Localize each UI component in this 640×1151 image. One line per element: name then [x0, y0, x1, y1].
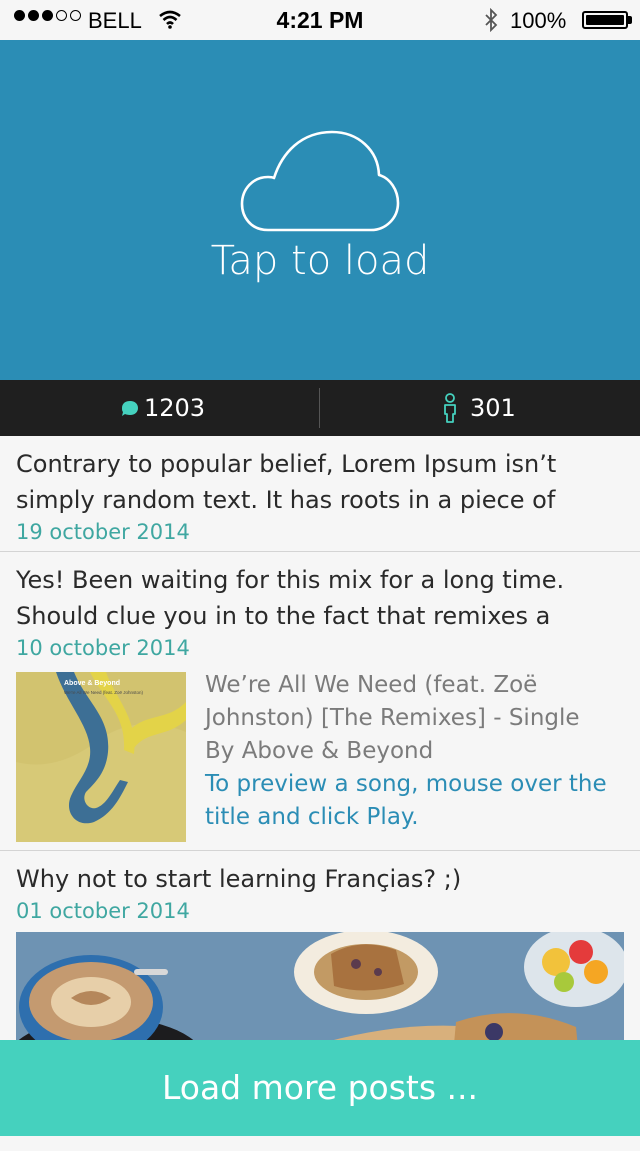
post-text: Yes! Been waiting for this mix for a lon…: [16, 566, 565, 630]
stats-divider: [319, 388, 320, 428]
battery-percent: 100%: [510, 8, 567, 33]
post-date: 10 october 2014: [16, 636, 190, 660]
album-art[interactable]: Above & Beyond We're All We Need (feat. …: [16, 672, 186, 842]
post-text: Contrary to popular belief, Lorem Ipsum …: [16, 450, 557, 514]
battery-icon: [582, 11, 628, 29]
comments-count: 1203: [120, 380, 205, 436]
person-icon: [442, 393, 458, 423]
post-text: Why not to start learning Françias? ;): [16, 865, 462, 893]
cloud-icon: [240, 130, 400, 238]
post-item[interactable]: Yes! Been waiting for this mix for a lon…: [0, 552, 640, 851]
comments-count-value: 1203: [144, 394, 206, 422]
tap-to-load-area[interactable]: Tap to load: [0, 40, 640, 380]
battery-cap: [628, 16, 632, 24]
track-title[interactable]: We’re All We Need (feat. Zoë Johnston) […: [205, 669, 615, 768]
tap-to-load-label: Tap to load: [210, 238, 430, 284]
chat-bubble-icon: [120, 398, 140, 418]
users-count-value: 301: [470, 394, 516, 422]
post-item[interactable]: Contrary to popular belief, Lorem Ipsum …: [0, 436, 640, 552]
status-bar: BELL 4:21 PM 100%: [0, 0, 640, 40]
users-count: 301: [442, 380, 516, 436]
stats-bar: 1203 301: [0, 380, 640, 436]
load-more-button[interactable]: Load more posts ...: [0, 1040, 640, 1136]
post-date: 01 october 2014: [16, 899, 190, 923]
track-preview-note: To preview a song, mouse over the title …: [205, 771, 607, 830]
post-date: 19 october 2014: [16, 520, 190, 544]
svg-text:We're All We Need (feat. Zoë J: We're All We Need (feat. Zoë Johnston): [64, 690, 143, 695]
track-info: We’re All We Need (feat. Zoë Johnston) […: [205, 669, 615, 834]
track-attachment[interactable]: Above & Beyond We're All We Need (feat. …: [16, 672, 624, 842]
bluetooth-icon: [484, 7, 498, 38]
svg-text:Above & Beyond: Above & Beyond: [64, 680, 120, 687]
